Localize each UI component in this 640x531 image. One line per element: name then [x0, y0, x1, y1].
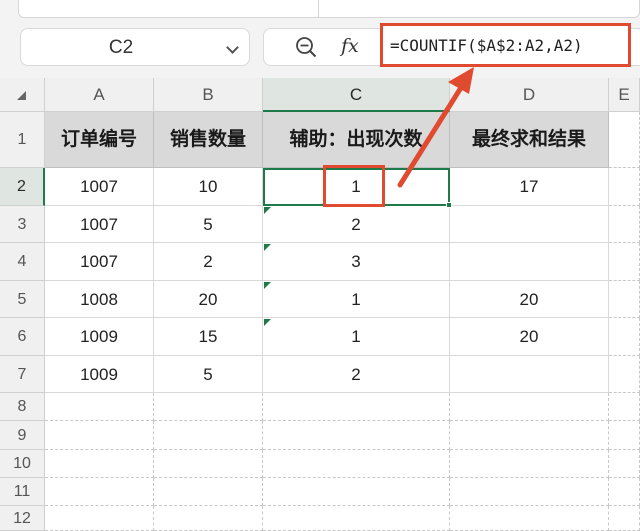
empty-cell[interactable] [45, 421, 154, 450]
empty-cell[interactable] [609, 450, 640, 478]
fx-icon[interactable]: fx [341, 35, 359, 57]
table-cell[interactable]: 1007 [45, 168, 154, 206]
error-indicator-icon [264, 244, 271, 251]
column-header-e[interactable]: E [609, 78, 640, 112]
error-indicator-icon [264, 207, 271, 214]
empty-cell[interactable] [609, 478, 640, 506]
empty-cell[interactable] [609, 506, 640, 531]
table-cell[interactable]: 15 [154, 318, 263, 356]
table-cell[interactable]: 2 [154, 243, 263, 281]
header-cell-c[interactable]: 辅助：出现次数 [263, 112, 450, 168]
table-cell[interactable]: 1 [263, 281, 450, 318]
empty-cell[interactable] [450, 393, 609, 421]
table-cell[interactable] [450, 356, 609, 393]
row-header-5[interactable]: 5 [0, 281, 45, 318]
row-header-3[interactable]: 3 [0, 206, 45, 243]
table-cell[interactable]: 20 [450, 318, 609, 356]
zoom-icon[interactable] [295, 36, 317, 58]
table-cell[interactable]: 5 [154, 206, 263, 243]
empty-cell[interactable] [154, 393, 263, 421]
empty-cell[interactable] [45, 478, 154, 506]
error-indicator-icon [264, 282, 271, 289]
empty-cell[interactable] [609, 206, 640, 243]
empty-cell[interactable] [154, 421, 263, 450]
empty-cell[interactable] [609, 393, 640, 421]
formula-text: =COUNTIF($A$2:A2,A2) [390, 36, 583, 55]
top-toolbar-strip [0, 0, 640, 20]
select-all-corner[interactable] [0, 78, 45, 112]
error-indicator-icon [264, 319, 271, 326]
empty-cell[interactable] [154, 478, 263, 506]
name-box[interactable]: C2 [20, 28, 250, 66]
formula-input-highlighted[interactable]: =COUNTIF($A$2:A2,A2) [380, 23, 631, 67]
empty-cell[interactable] [450, 421, 609, 450]
table-cell[interactable]: 1007 [45, 243, 154, 281]
row-header-7[interactable]: 7 [0, 356, 45, 393]
row-header-8[interactable]: 8 [0, 393, 45, 421]
table-cell[interactable]: 17 [450, 168, 609, 206]
table-cell[interactable]: 1008 [45, 281, 154, 318]
column-header-c[interactable]: C [263, 78, 450, 112]
row-header-2[interactable]: 2 [0, 168, 45, 206]
column-header-b[interactable]: B [154, 78, 263, 112]
table-cell[interactable]: 2 [263, 206, 450, 243]
header-cell-a[interactable]: 订单编号 [45, 112, 154, 168]
column-header-d[interactable]: D [450, 78, 609, 112]
column-header-a[interactable]: A [45, 78, 154, 112]
table-cell[interactable]: 1009 [45, 356, 154, 393]
empty-cell[interactable] [45, 393, 154, 421]
row-header-1[interactable]: 1 [0, 112, 45, 168]
empty-cell[interactable] [263, 450, 450, 478]
empty-cell[interactable] [45, 450, 154, 478]
table-cell[interactable]: 20 [450, 281, 609, 318]
empty-cell[interactable] [154, 506, 263, 531]
empty-cell[interactable] [609, 281, 640, 318]
chevron-down-icon[interactable] [226, 41, 239, 54]
toolbar-divider [318, 0, 319, 17]
table-cell[interactable]: 20 [154, 281, 263, 318]
row-header-12[interactable]: 12 [0, 506, 45, 531]
row-header-4[interactable]: 4 [0, 243, 45, 281]
table-cell[interactable]: 3 [263, 243, 450, 281]
empty-cell[interactable] [154, 450, 263, 478]
empty-cell[interactable] [263, 393, 450, 421]
table-cell[interactable]: 2 [263, 356, 450, 393]
empty-cell[interactable] [263, 421, 450, 450]
empty-cell[interactable] [609, 318, 640, 356]
header-cell-b[interactable]: 销售数量 [154, 112, 263, 168]
table-cell[interactable]: 1007 [45, 206, 154, 243]
empty-cell[interactable] [609, 243, 640, 281]
empty-cell[interactable] [450, 478, 609, 506]
empty-cell[interactable] [450, 506, 609, 531]
empty-cell[interactable] [450, 450, 609, 478]
select-all-triangle-icon [17, 91, 26, 100]
empty-cell[interactable] [263, 478, 450, 506]
row-header-9[interactable]: 9 [0, 421, 45, 450]
empty-cell[interactable] [45, 506, 154, 531]
name-box-value: C2 [108, 37, 134, 58]
table-cell[interactable] [450, 206, 609, 243]
header-cell-d[interactable]: 最终求和结果 [450, 112, 609, 168]
row-header-11[interactable]: 11 [0, 478, 45, 506]
empty-cell[interactable] [263, 506, 450, 531]
top-input-box[interactable] [18, 0, 640, 18]
empty-cell[interactable] [609, 168, 640, 206]
table-cell[interactable]: 1 [263, 168, 450, 206]
table-cell[interactable]: 10 [154, 168, 263, 206]
empty-cell[interactable] [609, 112, 640, 168]
empty-cell[interactable] [609, 356, 640, 393]
table-cell[interactable] [450, 243, 609, 281]
table-cell[interactable]: 5 [154, 356, 263, 393]
empty-cell[interactable] [609, 421, 640, 450]
table-cell[interactable]: 1009 [45, 318, 154, 356]
table-cell[interactable]: 1 [263, 318, 450, 356]
row-header-10[interactable]: 10 [0, 450, 45, 478]
row-header-6[interactable]: 6 [0, 318, 45, 356]
